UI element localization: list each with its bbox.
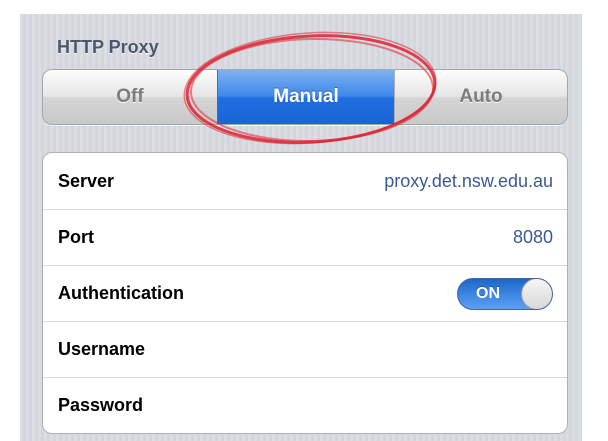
password-row[interactable]: Password bbox=[43, 377, 567, 433]
port-label: Port bbox=[58, 227, 94, 247]
proxy-mode-auto[interactable]: Auto bbox=[395, 70, 567, 124]
proxy-settings-table: Server proxy.det.nsw.edu.au Port 8080 Au… bbox=[42, 152, 568, 434]
proxy-mode-segmented-control: Off Manual Auto bbox=[42, 69, 568, 125]
proxy-mode-off[interactable]: Off bbox=[43, 70, 217, 124]
toggle-on-text: ON bbox=[476, 285, 500, 302]
port-value[interactable]: 8080 bbox=[513, 209, 553, 265]
port-row[interactable]: Port 8080 bbox=[43, 209, 567, 266]
authentication-label: Authentication bbox=[58, 283, 184, 303]
username-label: Username bbox=[58, 339, 146, 359]
authentication-row: Authentication ON bbox=[43, 265, 567, 322]
username-row[interactable]: Username bbox=[43, 321, 567, 378]
proxy-mode-manual[interactable]: Manual bbox=[217, 70, 395, 124]
server-label: Server bbox=[58, 171, 115, 191]
toggle-knob bbox=[521, 279, 552, 309]
server-value[interactable]: proxy.det.nsw.edu.au bbox=[384, 153, 553, 209]
http-proxy-header: HTTP Proxy bbox=[57, 37, 159, 57]
authentication-toggle[interactable]: ON bbox=[457, 278, 553, 310]
server-row[interactable]: Server proxy.det.nsw.edu.au bbox=[43, 153, 567, 210]
password-label: Password bbox=[58, 395, 144, 415]
